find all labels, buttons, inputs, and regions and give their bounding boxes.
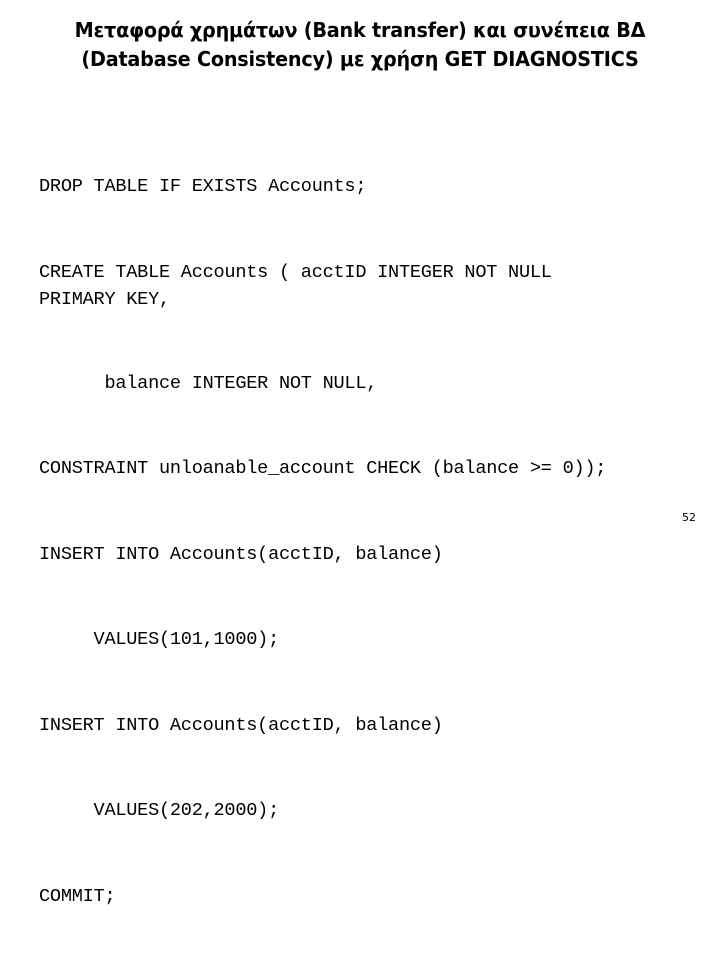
- code-line: INSERT INTO Accounts(acctID, balance): [39, 714, 443, 736]
- code-line: VALUES(101,1000);: [39, 629, 280, 651]
- page-title: Μεταφορά χρημάτων (Bank transfer) και συ…: [74, 17, 646, 71]
- presentation-slide: Μεταφορά χρημάτων (Bank transfer) και συ…: [0, 0, 720, 907]
- code-line: CREATE TABLE Accounts ( acctID INTEGER N…: [39, 261, 563, 310]
- code-line: DROP TABLE IF EXISTS Accounts;: [39, 176, 367, 198]
- page-number: 52: [682, 511, 696, 524]
- code-line: INSERT INTO Accounts(acctID, balance): [39, 543, 443, 565]
- code-line: CONSTRAINT unloanable_account CHECK (bal…: [39, 458, 607, 480]
- sql-code-block: DROP TABLE IF EXISTS Accounts; CREATE TA…: [39, 145, 689, 968]
- code-line: VALUES(202,2000);: [39, 800, 280, 822]
- code-line: COMMIT;: [39, 885, 116, 907]
- code-line: balance INTEGER NOT NULL,: [39, 372, 378, 394]
